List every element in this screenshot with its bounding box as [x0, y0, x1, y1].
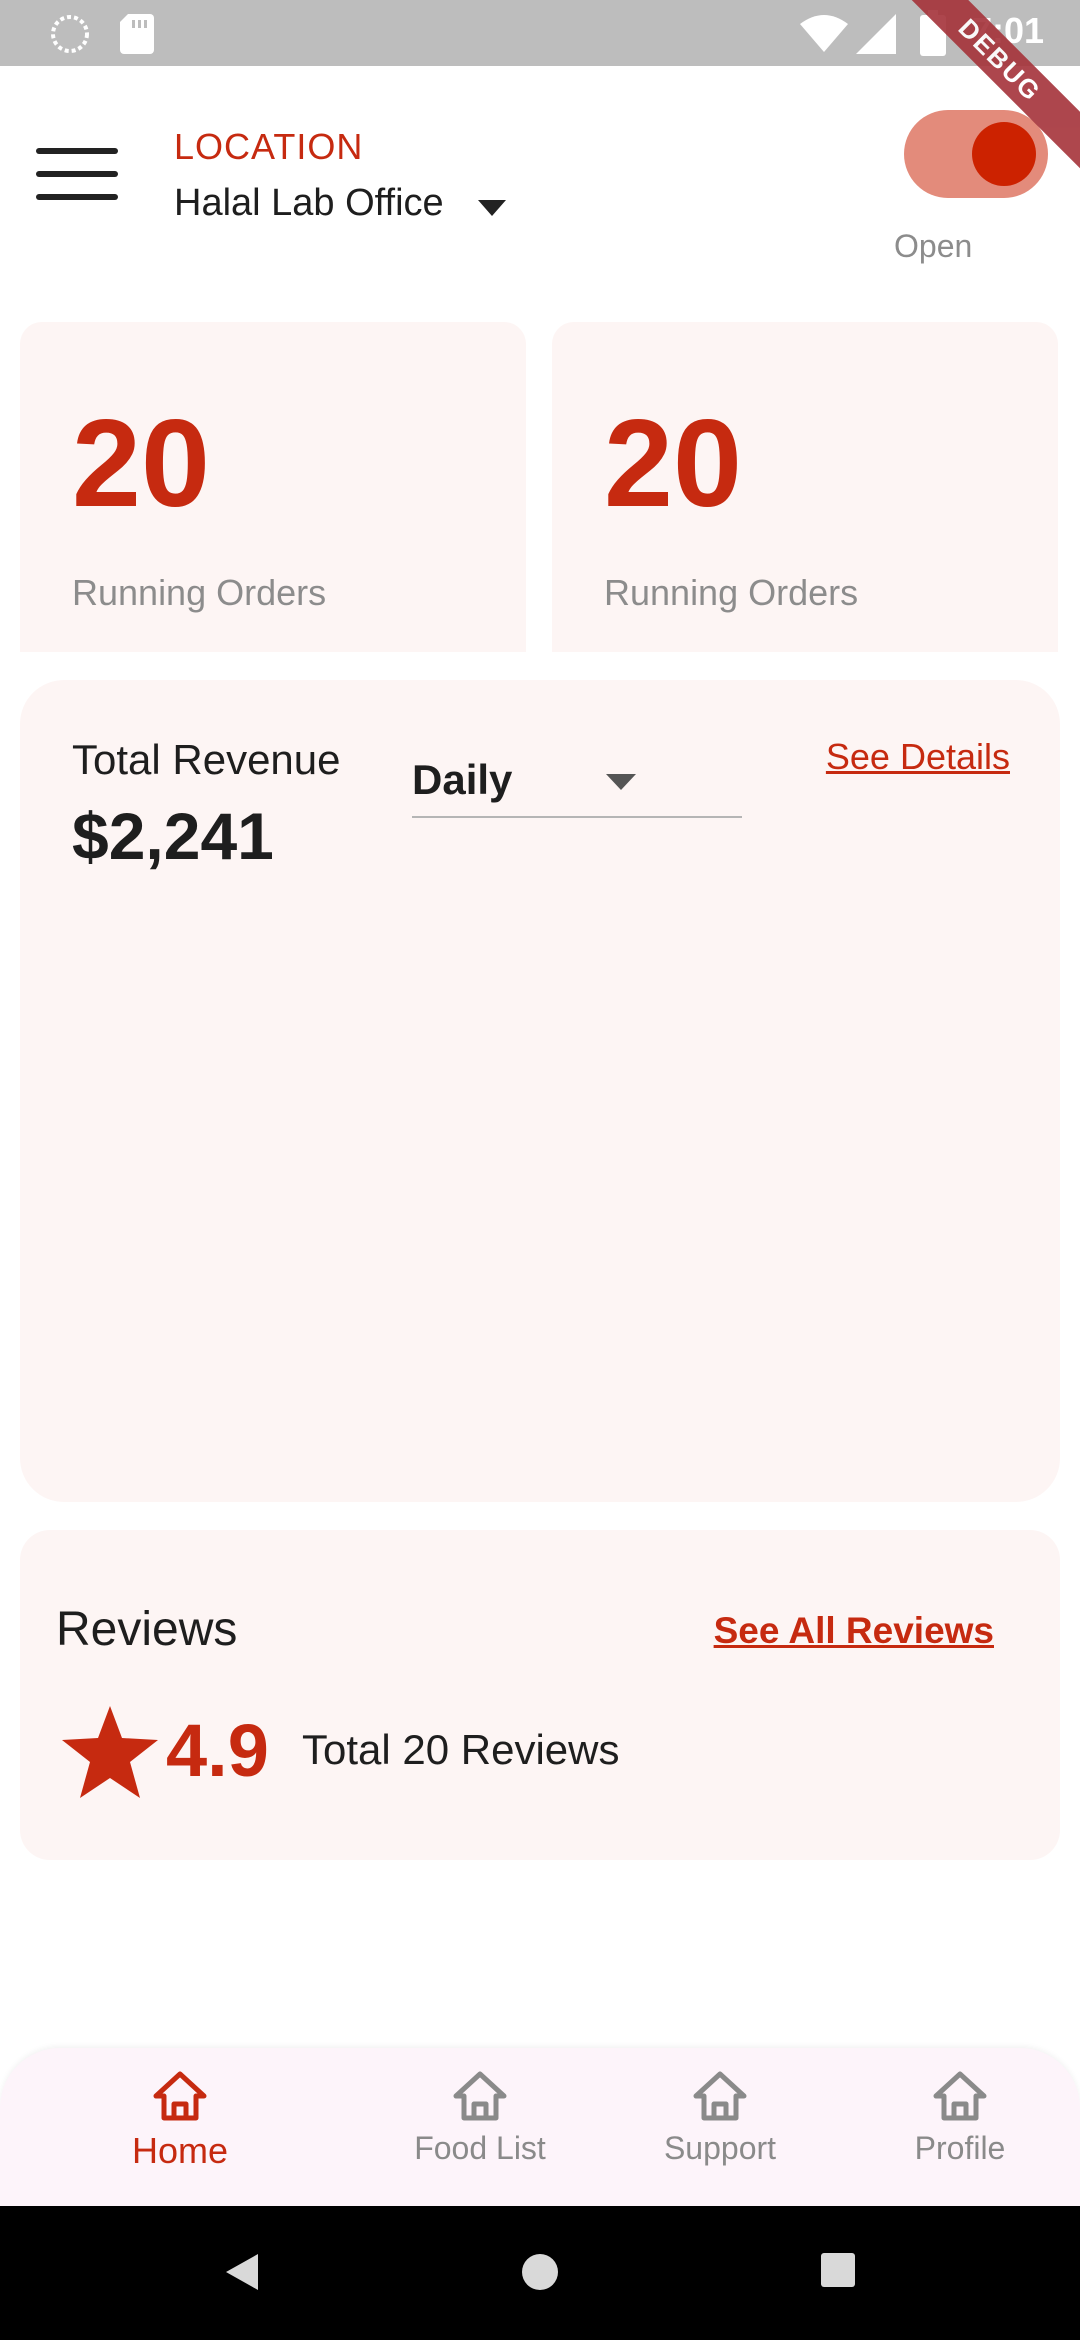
- rating-value: 4.9: [166, 1709, 269, 1792]
- nav-food-list[interactable]: Food List: [380, 2070, 580, 2167]
- nav-label: Support: [663, 2130, 777, 2166]
- back-icon[interactable]: [222, 2252, 262, 2292]
- stat-card-running-orders-2[interactable]: 20 Running Orders: [552, 322, 1058, 652]
- star-icon: [62, 1706, 158, 1798]
- location-selector[interactable]: Halal Lab Office: [174, 182, 444, 225]
- stat-label: Running Orders: [604, 572, 859, 613]
- nav-profile[interactable]: Profile: [860, 2070, 1060, 2167]
- reviews-card: Reviews See All Reviews 4.9 Total 20 Rev…: [20, 1530, 1060, 1860]
- nav-home[interactable]: Home: [80, 2070, 280, 2172]
- stat-value: 20: [72, 395, 210, 533]
- nav-label: Home: [131, 2130, 229, 2171]
- home-circle-icon[interactable]: [520, 2252, 560, 2292]
- recents-icon[interactable]: [820, 2252, 856, 2288]
- toggle-knob: [972, 122, 1036, 186]
- reviews-title: Reviews: [56, 1603, 238, 1656]
- app-screen: 7:01 DEBUG LOCATION Halal Lab Office Ope…: [0, 0, 1080, 2340]
- loading-icon: [51, 15, 89, 53]
- open-toggle[interactable]: [904, 110, 1048, 198]
- nav-support[interactable]: Support: [620, 2070, 820, 2167]
- status-bar: 7:01: [0, 0, 1080, 66]
- stat-value: 20: [604, 395, 742, 533]
- stat-label: Running Orders: [72, 572, 327, 613]
- period-dropdown[interactable]: Daily: [412, 752, 742, 818]
- nav-label: Food List: [414, 2130, 546, 2166]
- revenue-title: Total Revenue: [72, 736, 341, 783]
- toggle-label: Open: [894, 228, 973, 264]
- caret-down-icon: [606, 774, 636, 790]
- see-all-reviews-link[interactable]: See All Reviews: [714, 1610, 994, 1652]
- home-icon: [693, 2071, 747, 2121]
- home-icon: [153, 2071, 207, 2121]
- sd-card-icon: [120, 14, 154, 54]
- menu-icon[interactable]: [36, 148, 118, 208]
- revenue-card: Total Revenue $2,241 Daily See Details: [20, 680, 1060, 1502]
- see-details-link[interactable]: See Details: [826, 736, 1010, 778]
- wifi-icon: [800, 15, 848, 52]
- nav-label: Profile: [914, 2130, 1006, 2166]
- stat-card-running-orders[interactable]: 20 Running Orders: [20, 322, 526, 652]
- bottom-nav: Home Food List Support Profile: [0, 2048, 1080, 2206]
- signal-icon: [856, 14, 896, 54]
- home-icon: [453, 2071, 507, 2121]
- caret-down-icon[interactable]: [478, 200, 506, 216]
- home-icon: [933, 2071, 987, 2121]
- location-label: LOCATION: [174, 126, 364, 167]
- period-value: Daily: [412, 756, 513, 803]
- revenue-amount: $2,241: [72, 799, 274, 873]
- reviews-total: Total 20 Reviews: [302, 1726, 620, 1773]
- system-nav-bar: [0, 2206, 1080, 2340]
